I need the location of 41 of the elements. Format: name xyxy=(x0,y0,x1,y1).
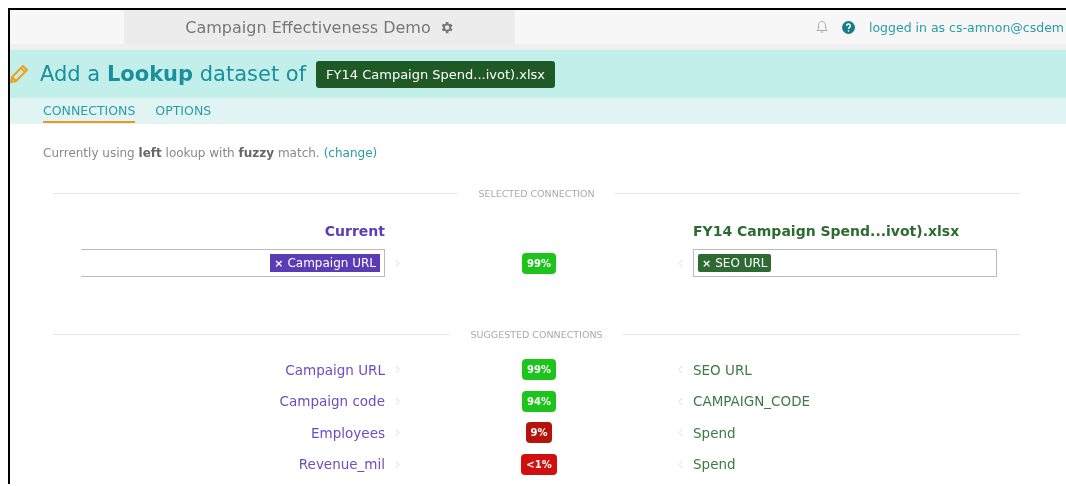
chevron-left-icon xyxy=(678,396,683,406)
chevron-right-icon xyxy=(395,428,400,438)
help-icon[interactable] xyxy=(842,20,855,34)
project-title: Campaign Effectiveness Demo xyxy=(185,17,431,37)
source-field-name[interactable]: Employees xyxy=(311,424,385,441)
input-field[interactable]: × SEO URL xyxy=(693,249,997,277)
target-field-name[interactable]: SEO URL xyxy=(693,361,752,378)
pencil-icon xyxy=(10,63,30,85)
match-badge: 9% xyxy=(525,422,553,444)
source-field-name[interactable]: Revenue_mil xyxy=(298,456,385,473)
user-login-text[interactable]: logged in as cs-amnon@csdem xyxy=(869,19,1064,35)
match-badge: 99% xyxy=(522,359,556,381)
chevron-left-icon xyxy=(678,428,683,438)
section-heading: SELECTED CONNECTION xyxy=(478,188,595,199)
chevron-left-icon xyxy=(678,365,683,375)
bell-icon[interactable] xyxy=(816,20,828,34)
target-field-name[interactable]: CAMPAIGN_CODE xyxy=(693,393,811,410)
match-badge: 99% xyxy=(522,252,556,274)
chevron-left-icon xyxy=(678,258,683,268)
match-badge: <1% xyxy=(521,453,557,475)
chevron-right-icon xyxy=(395,365,400,375)
change-link[interactable]: (change) xyxy=(323,146,378,160)
lookup-description: Currently using left lookup with fuzzy match. xyxy=(43,146,320,160)
chevron-right-icon xyxy=(395,459,400,469)
field-tag[interactable]: × SEO URL xyxy=(698,254,772,272)
match-badge: 94% xyxy=(522,390,556,412)
page-title: Add a Lookup dataset of xyxy=(40,62,307,86)
source-field-name[interactable]: Campaign code xyxy=(279,393,385,410)
chevron-right-icon xyxy=(395,258,400,268)
column-title: Current xyxy=(324,223,385,239)
input-field[interactable]: × Campaign URL xyxy=(81,249,385,277)
target-field-name[interactable]: Spend xyxy=(693,456,736,473)
project-title-tab[interactable]: Campaign Effectiveness Demo xyxy=(124,10,515,44)
field-tag[interactable]: × Campaign URL xyxy=(270,254,380,272)
section-heading: SUGGESTED CONNECTIONS xyxy=(470,329,603,340)
column-title: FY14 Campaign Spend...ivot).xlsx xyxy=(693,223,960,239)
chevron-right-icon xyxy=(395,396,400,406)
chevron-left-icon xyxy=(678,459,683,469)
source-field-name[interactable]: Campaign URL xyxy=(285,361,385,378)
target-field-name[interactable]: Spend xyxy=(693,424,736,441)
dataset-label[interactable]: FY14 Campaign Spend...ivot).xlsx xyxy=(316,60,556,88)
